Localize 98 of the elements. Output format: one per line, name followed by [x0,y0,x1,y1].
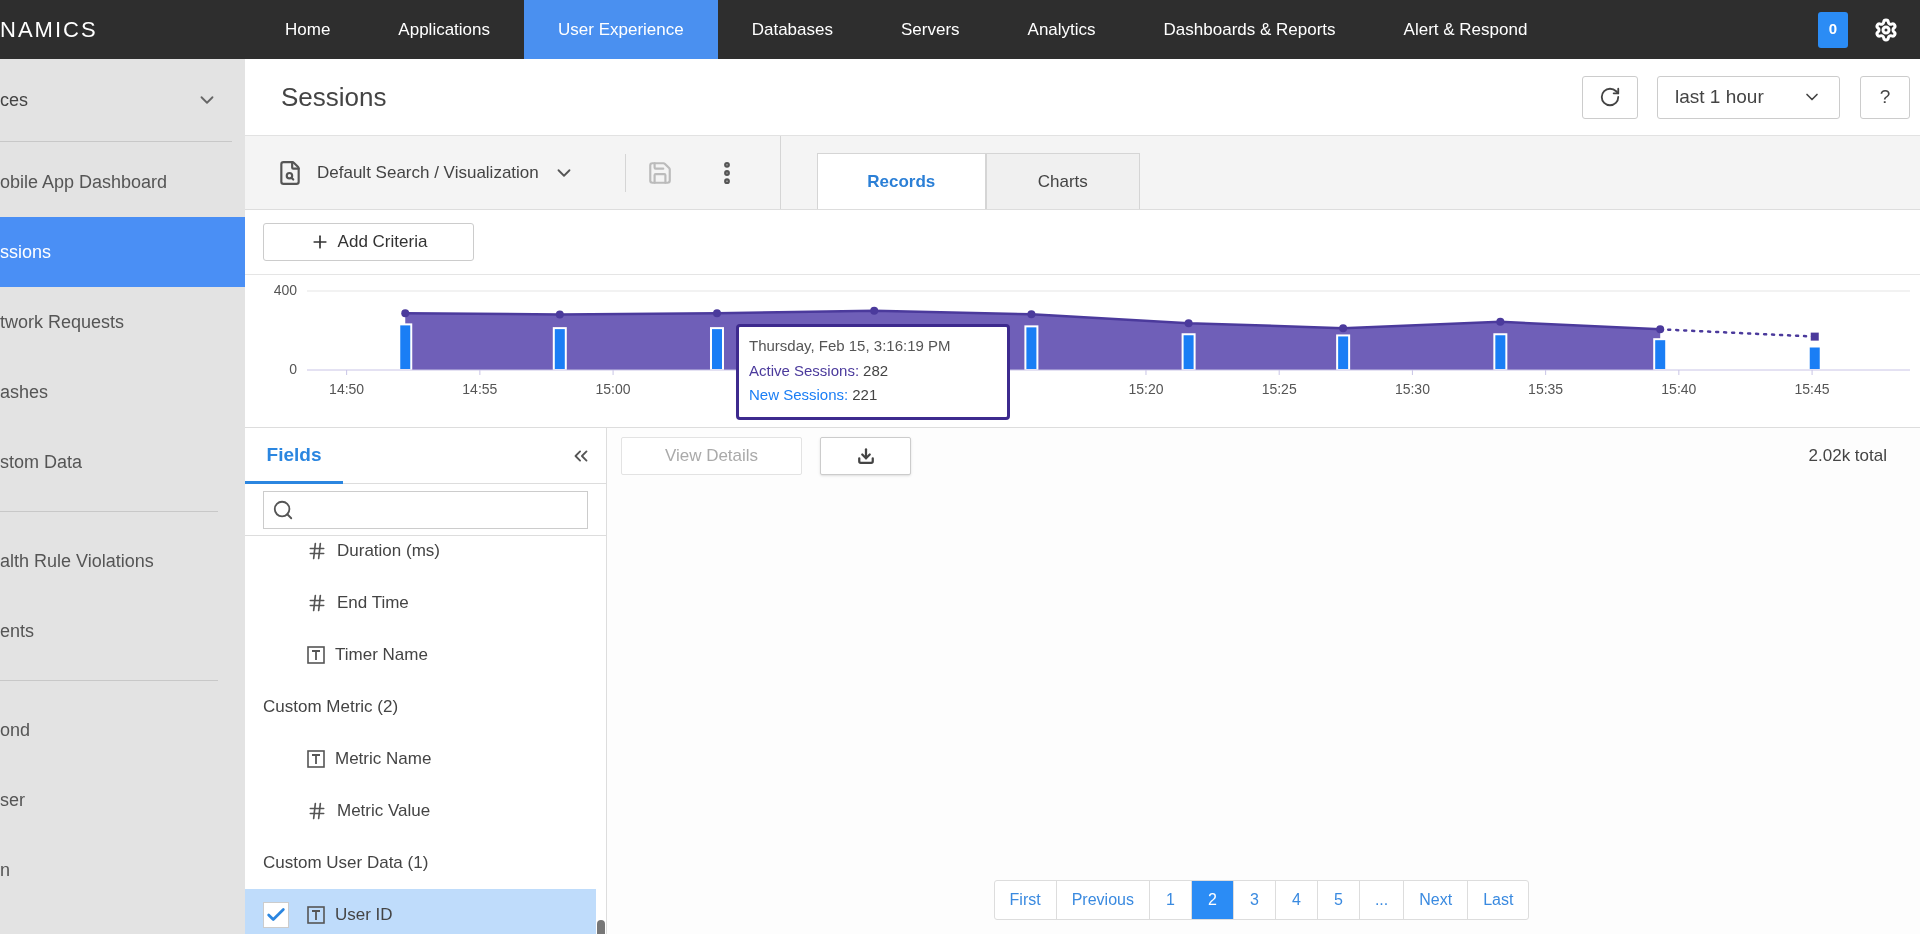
number-type-icon [307,541,327,561]
number-type-icon [307,593,327,613]
chart-point [1339,324,1348,333]
x-axis-label: 15:00 [595,381,631,397]
notification-badge[interactable]: 0 [1818,11,1848,48]
page-title: Sessions [281,80,387,114]
download-button[interactable] [820,437,911,475]
chart-point [1027,310,1036,319]
refresh-button[interactable] [1582,75,1638,119]
chart-bar [398,323,413,371]
field-item[interactable]: User ID [245,889,596,934]
tooltip-value: 282 [863,360,889,381]
nav-tab[interactable]: Alert & Respond [1369,0,1562,59]
pagination-button[interactable]: First [994,881,1056,919]
field-item[interactable]: Metric Value [245,785,596,837]
refresh-icon [1599,86,1621,108]
field-item[interactable]: Timer Name [245,629,596,681]
sidebar-item[interactable]: ents [0,596,245,666]
x-axis-label: 15:45 [1794,381,1830,397]
search-selector[interactable]: Default Search / Visualization [317,159,575,186]
nav-tab[interactable]: User Experience [524,0,718,59]
field-item[interactable]: Metric Name [245,733,596,785]
sidebar-item[interactable]: n [0,835,245,905]
tooltip-label: New Sessions: [749,385,849,405]
sidebar-item[interactable]: twork Requests [0,287,245,357]
tooltip-label: Active Sessions: [749,360,860,381]
view-tab[interactable]: Records [816,153,986,209]
pagination-button[interactable]: 1 [1148,881,1191,919]
pagination-button[interactable]: ... [1358,881,1404,919]
x-axis-label: 15:25 [1261,381,1297,397]
nav-tab[interactable]: Applications [364,0,525,59]
pagination-button[interactable]: 2 [1190,881,1233,919]
pagination-button[interactable]: 4 [1274,881,1317,919]
pagination-button[interactable]: Previous [1055,881,1149,919]
chart-bar [1336,334,1351,371]
chart-bar [552,327,567,371]
download-icon [856,447,875,465]
x-axis-label: 15:35 [1528,381,1564,397]
text-type-icon [307,906,325,924]
sidebar-header: ces [0,88,28,112]
chart-point [401,309,410,318]
x-axis-label: 14:50 [329,381,365,397]
view-tab[interactable]: Charts [985,153,1140,209]
sidebar-item[interactable]: ssions [0,217,245,287]
logo: NAMICS [0,16,98,44]
search-visualization-icon [277,159,303,186]
chart-point [1184,319,1193,328]
pagination-button[interactable]: Last [1467,881,1529,919]
chart-bar [1653,338,1668,371]
tooltip-title: Thursday, Feb 15, 3:16:19 PM [749,336,952,356]
chart-bar [1181,333,1196,371]
chart-bar [1493,333,1508,371]
y-axis-label: 0 [289,361,297,377]
x-axis-label: 15:20 [1128,381,1164,397]
tooltip-value: 221 [852,385,878,405]
nav-tab[interactable]: Dashboards & Reports [1129,0,1370,59]
text-type-icon [307,646,325,664]
time-range-dropdown[interactable]: last 1 hour [1657,75,1840,119]
nav-tab[interactable]: Databases [717,0,867,59]
pagination-button[interactable]: 5 [1316,881,1359,919]
nav-tab[interactable]: Analytics [993,0,1130,59]
chart-point [870,306,879,315]
y-axis-label: 400 [273,282,297,298]
x-axis-label: 15:30 [1394,381,1430,397]
pagination-button[interactable]: 3 [1232,881,1275,919]
fields-tab[interactable]: Fields [245,429,343,484]
search-icon [272,498,294,521]
help-button[interactable]: ? [1860,75,1910,119]
settings-icon[interactable] [1874,17,1898,42]
chart-bar [710,327,724,371]
sidebar-item[interactable]: ashes [0,357,245,427]
x-axis-label: 14:55 [462,381,498,397]
field-item[interactable]: End Time [245,577,596,629]
chart-point [1496,317,1505,326]
field-item[interactable]: Duration (ms) [245,536,596,577]
chart-point [1656,325,1665,334]
sidebar-item[interactable]: ond [0,695,245,765]
sidebar-item[interactable]: obile App Dashboard [0,147,245,217]
x-axis-label: 15:40 [1661,381,1697,397]
pagination-button[interactable]: Next [1403,881,1468,919]
text-type-icon [307,750,325,768]
nav-tab[interactable]: Home [251,0,365,59]
number-type-icon [307,801,327,821]
nav-tab[interactable]: Servers [867,0,994,59]
field-group-heading: Custom Metric (2) [263,696,399,719]
chart-point [555,310,564,319]
scrollbar-thumb[interactable] [597,920,605,934]
chart-bar [1807,345,1822,371]
field-group-heading: Custom User Data (1) [263,852,429,875]
chart-point [713,309,721,318]
chart-bar [1024,325,1039,371]
chart-point [1810,332,1819,341]
total-count: 2.02k total [1808,445,1887,468]
sidebar-item[interactable]: ser [0,765,245,835]
search-field[interactable] [263,490,588,529]
sidebar-item[interactable]: stom Data [0,427,245,497]
sidebar-item[interactable]: alth Rule Violations [0,526,245,596]
add-criteria-button[interactable]: Add Criteria [263,223,474,261]
